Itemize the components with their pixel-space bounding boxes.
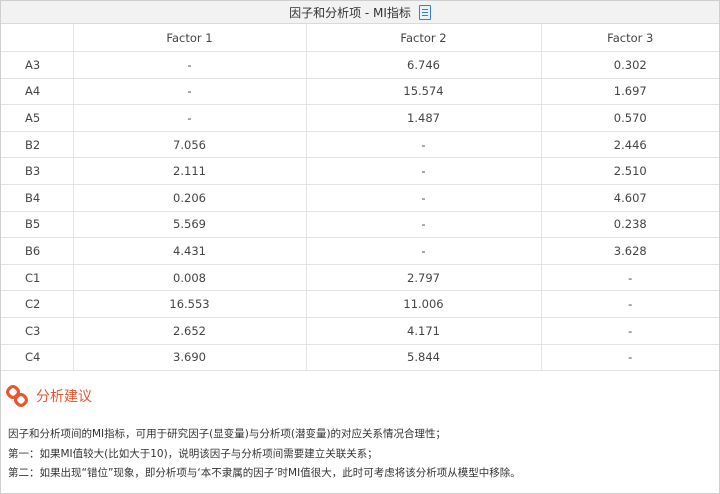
mi-cell: 11.006 bbox=[306, 290, 542, 318]
mi-cell: 0.206 bbox=[73, 184, 307, 212]
row-label: B4 bbox=[1, 184, 74, 212]
mi-cell: - bbox=[306, 131, 542, 159]
suggestion-body: 因子和分析项间的MI指标，可用于研究因子(显变量)与分析项(潜变量)的对应关系情… bbox=[8, 425, 713, 484]
mi-cell: 5.569 bbox=[73, 211, 307, 239]
mi-cell: 16.553 bbox=[73, 290, 307, 318]
document-icon[interactable] bbox=[418, 4, 431, 20]
mi-cell: 3.690 bbox=[73, 344, 307, 372]
suggestion-line-1: 因子和分析项间的MI指标，可用于研究因子(显变量)与分析项(潜变量)的对应关系情… bbox=[8, 428, 447, 440]
row-label: C1 bbox=[1, 264, 74, 292]
mi-cell: 4.431 bbox=[73, 237, 307, 265]
mi-cell: 0.008 bbox=[73, 264, 307, 292]
mi-cell: 4.607 bbox=[541, 184, 719, 212]
header-factor-3: Factor 3 bbox=[541, 24, 719, 52]
mi-cell: 2.510 bbox=[541, 157, 719, 185]
mi-table: Factor 1 Factor 2 Factor 3 A3-6.746 0.302… bbox=[1, 24, 719, 372]
table-row: A3-6.746 0.302 bbox=[1, 51, 719, 79]
mi-cell: - bbox=[73, 78, 307, 106]
mi-cell: - bbox=[306, 237, 542, 265]
header-factor-2: Factor 2 bbox=[306, 24, 542, 52]
mi-cell: - bbox=[306, 157, 542, 185]
row-label: A4 bbox=[1, 78, 74, 106]
mi-cell: 2.446 bbox=[541, 131, 719, 159]
table-row: C1 0.008 2.797- bbox=[1, 264, 719, 292]
header-factor-1: Factor 1 bbox=[73, 24, 307, 52]
table-row: A5-1.487 0.570 bbox=[1, 104, 719, 132]
row-label: C4 bbox=[1, 344, 74, 372]
table-row: B3 2.111-2.510 bbox=[1, 157, 719, 185]
table-row: C4 3.690 5.844- bbox=[1, 344, 719, 372]
table-row: A4-15.574 1.697 bbox=[1, 78, 719, 106]
suggestion-header: 分析建议 bbox=[6, 384, 92, 408]
table-row: C2 16.553 11.006- bbox=[1, 290, 719, 318]
mi-cell: - bbox=[541, 264, 719, 292]
header-empty bbox=[1, 24, 74, 52]
suggestion-line-2: 第一：如果MI值较大(比如大于10)，说明该因子与分析项间需要建立关联关系； bbox=[8, 447, 378, 460]
mi-cell: - bbox=[541, 344, 719, 372]
mi-cell: 15.574 bbox=[306, 78, 542, 106]
mi-cell: 7.056 bbox=[73, 131, 307, 159]
link-icon bbox=[6, 385, 28, 407]
mi-cell: - bbox=[73, 51, 307, 79]
mi-cell: 3.628 bbox=[541, 237, 719, 265]
mi-cell: 2.111 bbox=[73, 157, 307, 185]
mi-cell: 1.487 bbox=[306, 104, 542, 132]
row-label: B2 bbox=[1, 131, 74, 159]
mi-cell: 0.302 bbox=[541, 51, 719, 79]
mi-cell: 2.652 bbox=[73, 317, 307, 345]
suggestion-line-3: 第二：如果出现“错位”现象，即分析项与‘本不隶属的因子’时MI值很大，此时可考虑… bbox=[8, 467, 521, 479]
table-row: B6 4.431-3.628 bbox=[1, 237, 719, 265]
mi-cell: 0.570 bbox=[541, 104, 719, 132]
mi-cell: 2.797 bbox=[306, 264, 542, 292]
mi-cell: - bbox=[306, 211, 542, 239]
table-header-row: Factor 1 Factor 2 Factor 3 bbox=[1, 24, 719, 52]
table-row: B2 7.056-2.446 bbox=[1, 131, 719, 159]
table-row: B5 5.569-0.238 bbox=[1, 211, 719, 239]
row-label: A5 bbox=[1, 104, 74, 132]
mi-cell: 1.697 bbox=[541, 78, 719, 106]
mi-cell: - bbox=[73, 104, 307, 132]
row-label: B6 bbox=[1, 237, 74, 265]
mi-cell: - bbox=[541, 317, 719, 345]
row-label: B5 bbox=[1, 211, 74, 239]
mi-cell: 4.171 bbox=[306, 317, 542, 345]
mi-cell: 5.844 bbox=[306, 344, 542, 372]
row-label: A3 bbox=[1, 51, 74, 79]
table-row: B4 0.206-4.607 bbox=[1, 184, 719, 212]
row-label: B3 bbox=[1, 157, 74, 185]
mi-cell: - bbox=[306, 184, 542, 212]
title-bar: 因子和分析项 - MI指标 bbox=[1, 1, 719, 24]
mi-cell: 6.746 bbox=[306, 51, 542, 79]
mi-cell: 0.238 bbox=[541, 211, 719, 239]
mi-cell: - bbox=[541, 290, 719, 318]
panel-title: 因子和分析项 - MI指标 bbox=[289, 5, 411, 20]
row-label: C3 bbox=[1, 317, 74, 345]
row-label: C2 bbox=[1, 290, 74, 318]
suggestion-title: 分析建议 bbox=[36, 389, 92, 405]
table-row: C3 2.652 4.171- bbox=[1, 317, 719, 345]
